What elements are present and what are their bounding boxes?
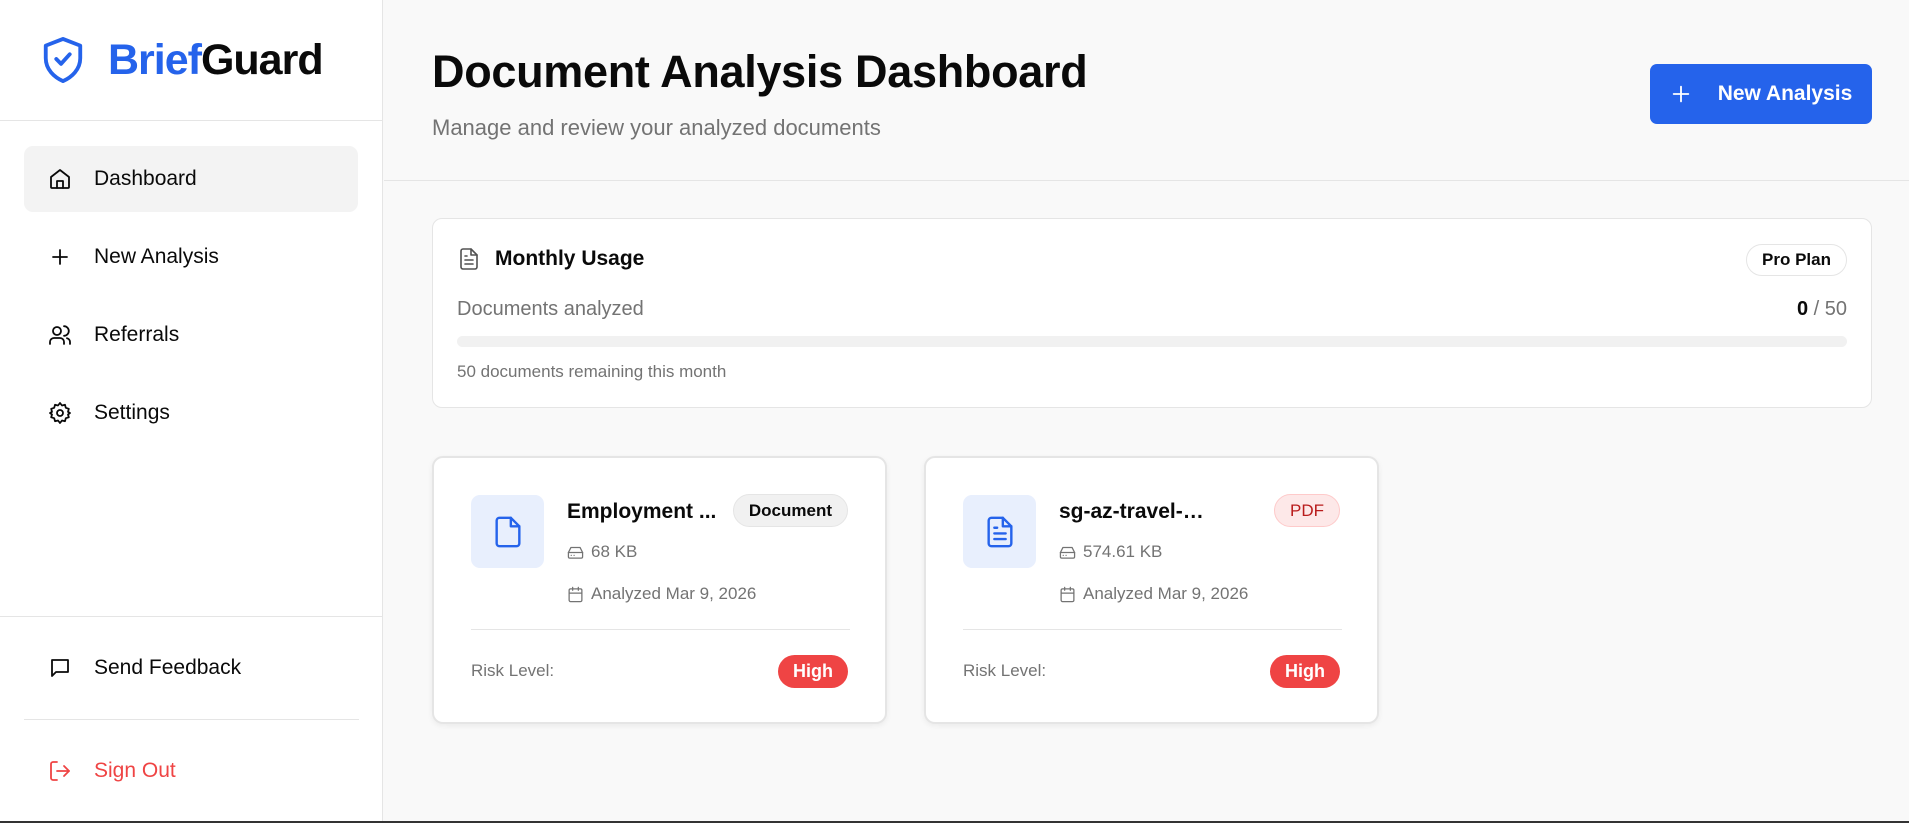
file-text-icon	[460, 248, 478, 270]
page-subtitle: Manage and review your analyzed document…	[432, 115, 881, 140]
document-card[interactable]: Employment ... Document 68 KB Analyzed M…	[432, 456, 887, 724]
gear-icon	[49, 402, 71, 424]
usage-remaining-note: 50 documents remaining this month	[457, 362, 727, 381]
risk-level-badge: High	[778, 655, 848, 688]
shield-check-icon	[43, 37, 83, 84]
sidebar-footer: Send Feedback Sign Out	[0, 616, 383, 823]
document-size: 68 KB	[567, 542, 637, 562]
hard-drive-icon	[567, 546, 584, 559]
usage-title: Monthly Usage	[495, 247, 645, 270]
sidebar-nav: Dashboard New Analysis Referrals Setting…	[0, 121, 382, 446]
document-icon-tile	[963, 495, 1036, 568]
usage-progress-bar	[457, 336, 1847, 347]
document-type-badge: PDF	[1274, 494, 1340, 527]
sidebar-item-referrals[interactable]: Referrals	[24, 302, 358, 368]
hard-drive-icon	[1059, 546, 1076, 559]
risk-level-label: Risk Level:	[471, 661, 555, 680]
send-feedback-label: Send Feedback	[94, 656, 242, 679]
usage-header: Monthly Usage	[457, 247, 644, 271]
sign-out-button[interactable]: Sign Out	[24, 720, 359, 822]
risk-level-badge: High	[1270, 655, 1340, 688]
plus-icon	[52, 249, 68, 265]
document-card[interactable]: sg-az-travel-protec... PDF 574.61 KB Ana…	[924, 456, 1379, 724]
calendar-icon	[1060, 586, 1075, 602]
page-title: Document Analysis Dashboard	[432, 46, 1088, 97]
sign-out-label: Sign Out	[94, 759, 176, 782]
sidebar-item-label: Dashboard	[94, 167, 197, 190]
document-size: 574.61 KB	[1059, 542, 1162, 562]
usage-count: 0 / 50	[1796, 298, 1847, 320]
sidebar-item-label: Settings	[94, 401, 170, 424]
document-analyzed-date: Analyzed Mar 9, 2026	[567, 584, 756, 604]
new-analysis-button[interactable]: New Analysis	[1650, 64, 1872, 124]
document-name[interactable]: sg-az-travel-protec...	[1059, 500, 1209, 524]
divider	[471, 629, 850, 630]
sidebar-item-label: New Analysis	[94, 245, 219, 268]
file-icon	[494, 516, 521, 547]
new-analysis-label: New Analysis	[1717, 82, 1853, 105]
sidebar: BriefGuard Dashboard New Analysis Referr…	[0, 0, 383, 823]
file-text-icon	[986, 516, 1013, 547]
sidebar-item-label: Referrals	[94, 323, 180, 346]
page-header: Document Analysis Dashboard Manage and r…	[384, 0, 1909, 181]
users-icon	[49, 325, 71, 345]
brand-logo[interactable]: BriefGuard	[0, 0, 382, 121]
usage-label: Documents analyzed	[457, 298, 644, 320]
message-square-icon	[51, 659, 69, 677]
document-name[interactable]: Employment ...	[567, 500, 717, 524]
calendar-icon	[568, 586, 583, 602]
plan-badge: Pro Plan	[1746, 244, 1847, 276]
plus-icon	[1672, 85, 1689, 103]
document-analyzed-date: Analyzed Mar 9, 2026	[1059, 584, 1248, 604]
monthly-usage-card: Monthly Usage Pro Plan Documents analyze…	[432, 218, 1872, 408]
sidebar-item-settings[interactable]: Settings	[24, 380, 358, 446]
risk-level-label: Risk Level:	[963, 661, 1047, 680]
sidebar-item-new-analysis[interactable]: New Analysis	[24, 224, 358, 290]
home-icon	[50, 169, 70, 189]
log-out-icon	[50, 761, 70, 781]
divider	[963, 629, 1342, 630]
send-feedback-button[interactable]: Send Feedback	[24, 617, 359, 719]
brand-name: BriefGuard	[108, 35, 324, 84]
document-type-badge: Document	[732, 494, 848, 527]
document-icon-tile	[471, 495, 544, 568]
sidebar-item-dashboard[interactable]: Dashboard	[24, 146, 358, 212]
main-content: Document Analysis Dashboard Manage and r…	[384, 0, 1909, 823]
